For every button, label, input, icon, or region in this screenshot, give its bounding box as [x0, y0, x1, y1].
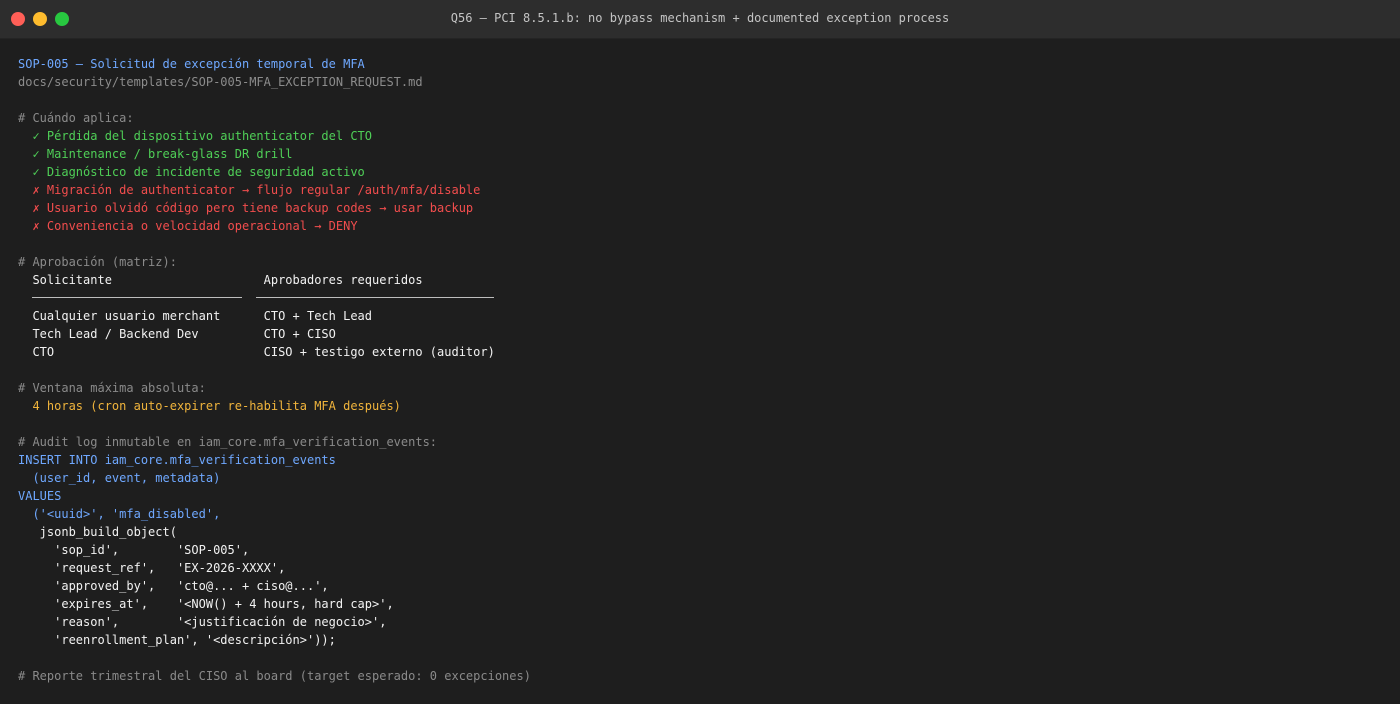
terminal-line: 'sop_id', 'SOP-005', — [18, 543, 250, 557]
terminal-line: ✓ Maintenance / break-glass DR drill — [18, 147, 293, 161]
terminal-line: 'reason', '<justificación de negocio>', — [18, 615, 387, 629]
terminal-output[interactable]: SOP-005 — Solicitud de excepción tempora… — [18, 55, 1388, 685]
terminal-line: Cualquier usuario merchant CTO + Tech Le… — [18, 309, 373, 323]
terminal-line: CTO CISO + testigo externo (auditor) — [18, 345, 495, 359]
terminal-line: ✓ Diagnóstico de incidente de seguridad … — [18, 165, 365, 179]
terminal-line: VALUES — [18, 489, 62, 503]
terminal-line: 'expires_at', '<NOW() + 4 hours, hard ca… — [18, 597, 394, 611]
terminal-line: Solicitante Aprobadores requeridos — [18, 273, 423, 287]
terminal-line: 'request_ref', 'EX-2026-XXXX', — [18, 561, 286, 575]
terminal-line: ✗ Migración de authenticator → flujo reg… — [18, 183, 481, 197]
terminal-line: ('<uuid>', 'mfa_disabled', — [18, 507, 221, 521]
terminal-line: SOP-005 — Solicitud de excepción tempora… — [18, 57, 365, 71]
terminal-line: # Ventana máxima absoluta: — [18, 381, 206, 395]
terminal-line: 'approved_by', 'cto@... + ciso@...', — [18, 579, 329, 593]
terminal-line: ✗ Usuario olvidó código pero tiene backu… — [18, 201, 474, 215]
terminal-line: # Audit log inmutable en iam_core.mfa_ve… — [18, 435, 438, 449]
terminal-line: 'reenrollment_plan', '<descripción>')); — [18, 633, 336, 647]
divider-rule-aprobadores — [256, 297, 494, 298]
terminal-line: # Reporte trimestral del CISO al board (… — [18, 669, 531, 683]
terminal-line: Tech Lead / Backend Dev CTO + CISO — [18, 327, 336, 341]
terminal-window: Q56 — PCI 8.5.1.b: no bypass mechanism +… — [0, 0, 1400, 704]
table-divider — [18, 289, 1388, 307]
terminal-line: # Aprobación (matriz): — [18, 255, 177, 269]
terminal-line: INSERT INTO iam_core.mfa_verification_ev… — [18, 453, 336, 467]
window-title: Q56 — PCI 8.5.1.b: no bypass mechanism +… — [450, 11, 950, 25]
terminal-line: (user_id, event, metadata) — [18, 471, 221, 485]
terminal-line: docs/security/templates/SOP-005-MFA_EXCE… — [18, 75, 423, 89]
title-bar: Q56 — PCI 8.5.1.b: no bypass mechanism +… — [0, 0, 1400, 39]
terminal-line: jsonb_build_object( — [18, 525, 177, 539]
divider-rule-solicitante — [32, 297, 242, 298]
terminal-line: ✓ Pérdida del dispositivo authenticator … — [18, 129, 373, 143]
terminal-line: ✗ Conveniencia o velocidad operacional →… — [18, 219, 358, 233]
terminal-line: # Cuándo aplica: — [18, 111, 134, 125]
terminal-line: 4 horas (cron auto-expirer re-habilita M… — [18, 399, 401, 413]
